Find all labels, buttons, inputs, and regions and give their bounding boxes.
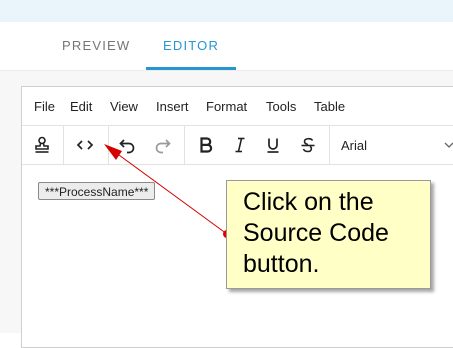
instruction-callout: Click on the Source Code button. bbox=[226, 180, 431, 289]
callout-text: Click on the Source Code button. bbox=[243, 188, 389, 278]
